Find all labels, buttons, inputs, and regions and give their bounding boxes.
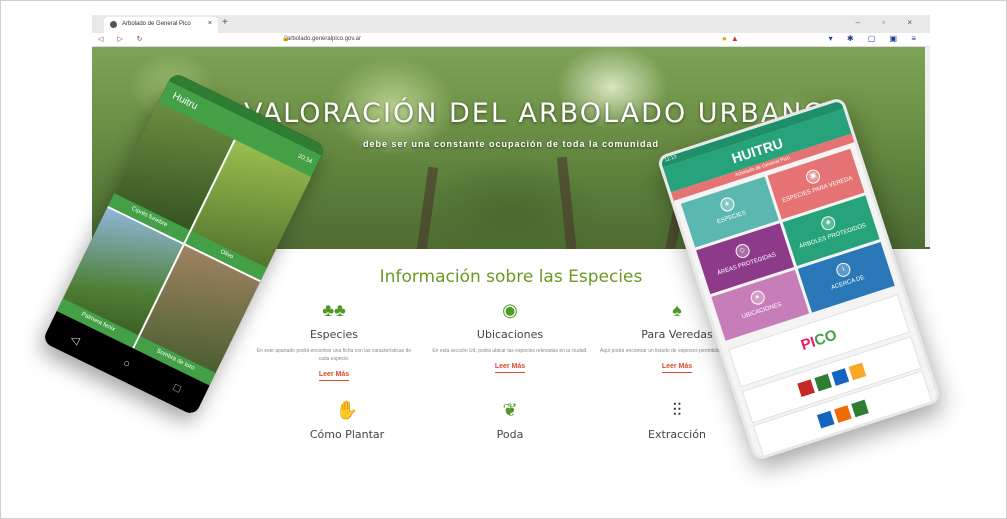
location-pin-icon: ◉ — [502, 300, 518, 320]
card-title: Especies — [309, 328, 359, 341]
card-description: En este apartado podrá encontrar una fic… — [256, 348, 412, 362]
read-more-link[interactable]: Leer Más — [318, 371, 350, 381]
card-como-plantar[interactable]: ✋ Cómo Plantar — [267, 400, 427, 441]
extension-icons[interactable]: ●▲ — [722, 34, 743, 43]
card-especies: ♣♣ Especies En este apartado podrá encon… — [254, 300, 414, 381]
location-pin-icon: ● — [748, 288, 767, 307]
scrollbar[interactable] — [925, 47, 930, 247]
card-poda[interactable]: ❦ Poda — [430, 400, 590, 441]
phone-clock: 20:34 — [296, 153, 313, 166]
sponsor-logo — [814, 373, 833, 392]
menu-label: ESPECIES — [716, 210, 747, 226]
menu-label: UBICACIONES — [741, 301, 783, 321]
sponsor-logo — [834, 405, 852, 423]
tab-bar: Arbolado de General Pico × + – ▫ × — [92, 15, 930, 33]
browser-tab[interactable]: Arbolado de General Pico × — [104, 17, 218, 33]
tree-trunk-decoration — [415, 166, 439, 249]
sponsor-logo — [816, 410, 835, 429]
card-title: Ubicaciones — [476, 328, 544, 341]
sponsor-logo — [848, 362, 867, 381]
address-bar: ◁ ▷ ↻ arbolado.generalpico.gov.ar 🔒 ●▲ ▾… — [92, 33, 930, 47]
back-icon[interactable]: ◁ — [69, 331, 82, 346]
trees-icon: ♣♣ — [322, 300, 346, 320]
nav-buttons[interactable]: ◁ ▷ ↻ — [98, 35, 149, 43]
window-controls[interactable]: – ▫ × — [856, 18, 922, 27]
sponsor-logo — [831, 368, 850, 386]
area-icon: ◇ — [733, 242, 752, 260]
lock-icon: 🔒 — [282, 36, 290, 42]
favicon-icon — [110, 21, 117, 28]
info-icon: i — [834, 260, 853, 279]
new-tab-button[interactable]: + — [222, 17, 228, 28]
card-title: Cómo Plantar — [309, 428, 385, 441]
card-title: Extracción — [648, 428, 706, 441]
card-extraccion[interactable]: ⫶⫶ Extracción — [597, 400, 757, 441]
tree-icon: ♠ — [718, 195, 737, 214]
card-ubicaciones: ◉ Ubicaciones En esta sección Ud. podrá … — [430, 300, 590, 373]
menu-label: ACERCA DE — [830, 274, 866, 292]
sponsor-logo — [797, 379, 815, 397]
roots-icon: ⫶⫶ — [672, 400, 682, 420]
planting-hand-icon: ✋ — [335, 400, 359, 420]
logo-text-b: CO — [812, 326, 840, 350]
app-title: Huitru — [170, 90, 200, 113]
home-icon[interactable]: ○ — [121, 357, 132, 371]
recents-icon[interactable]: □ — [171, 382, 182, 396]
toolbar-icons[interactable]: ▾ ✱ ▢ ▣ ≡ — [829, 34, 922, 43]
sign-icon: ▣ — [804, 167, 823, 186]
read-more-link[interactable]: Leer Más — [494, 363, 526, 373]
screenshot-frame: Arbolado de General Pico × + – ▫ × ◁ ▷ ↻… — [0, 0, 1007, 519]
sponsor-logo — [851, 399, 869, 418]
protected-tree-icon: ♣ — [819, 214, 838, 232]
card-title: Poda — [496, 428, 524, 441]
close-tab-icon[interactable]: × — [208, 20, 212, 27]
tab-title: Arbolado de General Pico — [122, 21, 191, 27]
url-field[interactable]: arbolado.generalpico.gov.ar — [287, 36, 361, 42]
read-more-link[interactable]: Leer Más — [661, 363, 693, 373]
leaf-icon: ❦ — [502, 400, 518, 420]
tree-trunk-decoration — [556, 156, 578, 249]
card-description: En esta sección Ud. podrá ubicar las esp… — [432, 348, 588, 354]
